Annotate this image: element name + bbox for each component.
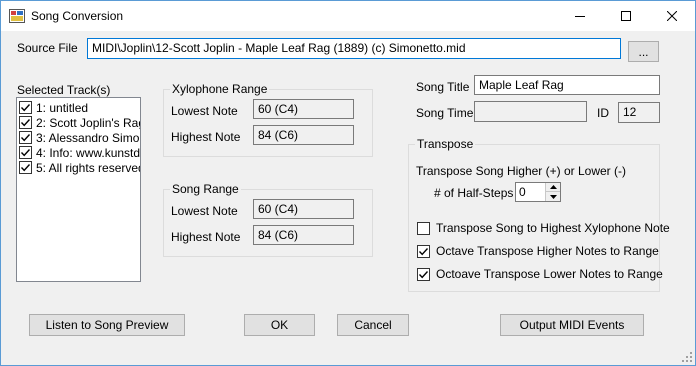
song-time-field[interactable]: [474, 101, 587, 122]
checkbox-icon[interactable]: [417, 221, 430, 235]
stepper-up-button[interactable]: [546, 183, 560, 192]
checkbox-icon[interactable]: [417, 267, 430, 281]
half-steps-label: # of Half-Steps: [434, 186, 514, 200]
maximize-button[interactable]: [603, 1, 649, 31]
ok-button[interactable]: OK: [244, 314, 315, 336]
id-label: ID: [597, 106, 609, 120]
output-midi-button[interactable]: Output MIDI Events: [500, 314, 644, 336]
checkbox-icon[interactable]: [19, 146, 32, 159]
source-file-label: Source File: [17, 41, 78, 55]
track-item[interactable]: 3: Alessandro Simone: [19, 130, 140, 145]
transpose-highest-label: Transpose Song to Highest Xylophone Note: [436, 221, 670, 235]
tracks-checklist[interactable]: 1: untitled 2: Scott Joplin's Rag- 3: Al…: [16, 97, 141, 282]
track-label: 1: untitled: [36, 100, 89, 115]
id-field[interactable]: 12: [618, 102, 660, 123]
resize-grip-icon[interactable]: [681, 351, 693, 363]
checkbox-icon[interactable]: [19, 101, 32, 114]
source-file-input[interactable]: MIDI\Joplin\12-Scott Joplin - Maple Leaf…: [87, 38, 621, 59]
transpose-description: Transpose Song Higher (+) or Lower (-): [416, 164, 626, 178]
track-label: 2: Scott Joplin's Rag-: [36, 115, 141, 130]
cancel-button[interactable]: Cancel: [337, 314, 409, 336]
checkbox-icon[interactable]: [19, 131, 32, 144]
chevron-down-icon: [549, 194, 557, 199]
transpose-highest-option[interactable]: Transpose Song to Highest Xylophone Note: [417, 221, 670, 235]
app-icon: [9, 9, 25, 23]
track-label: 5: All rights reserved,: [36, 160, 141, 175]
title-bar[interactable]: Song Conversion: [1, 1, 695, 31]
track-item[interactable]: 4: Info: www.kunstde: [19, 145, 141, 160]
octave-lower-option[interactable]: Octoave Transpose Lower Notes to Range: [417, 267, 663, 281]
checkbox-icon[interactable]: [19, 161, 32, 174]
xylophone-highest-label: Highest Note: [171, 130, 241, 144]
checkbox-icon[interactable]: [19, 116, 32, 129]
selected-tracks-label: Selected Track(s): [17, 83, 111, 97]
xylophone-range-caption: Xylophone Range: [170, 82, 270, 96]
track-item[interactable]: 2: Scott Joplin's Rag-: [19, 115, 141, 130]
song-lowest-label: Lowest Note: [171, 204, 238, 218]
half-steps-value: 0: [519, 185, 526, 199]
xylophone-highest-field[interactable]: 84 (C6): [253, 125, 354, 145]
close-icon: [667, 11, 677, 21]
track-label: 3: Alessandro Simone: [36, 130, 140, 145]
octave-higher-label: Octave Transpose Higher Notes to Range: [436, 244, 659, 258]
track-item[interactable]: 1: untitled: [19, 100, 88, 115]
transpose-caption: Transpose: [415, 137, 476, 151]
song-highest-field[interactable]: 84 (C6): [253, 225, 354, 245]
song-title-label: Song Title: [416, 80, 470, 94]
minimize-button[interactable]: [557, 1, 603, 31]
octave-lower-label: Octoave Transpose Lower Notes to Range: [436, 267, 663, 281]
window-title: Song Conversion: [31, 9, 124, 23]
song-lowest-field[interactable]: 60 (C4): [253, 199, 354, 219]
maximize-icon: [621, 11, 631, 21]
xylophone-lowest-field[interactable]: 60 (C4): [253, 99, 354, 119]
minimize-icon: [575, 16, 585, 17]
song-time-label: Song Time: [416, 106, 474, 120]
chevron-up-icon: [549, 185, 557, 189]
song-title-input[interactable]: Maple Leaf Rag: [474, 75, 660, 95]
half-steps-stepper[interactable]: 0: [515, 182, 561, 202]
browse-button[interactable]: ...: [628, 41, 659, 62]
song-range-caption: Song Range: [170, 182, 241, 196]
octave-higher-option[interactable]: Octave Transpose Higher Notes to Range: [417, 244, 659, 258]
close-button[interactable]: [649, 1, 695, 31]
track-item[interactable]: 5: All rights reserved,: [19, 160, 141, 175]
song-conversion-window: Song Conversion Source File MIDI\Joplin\…: [0, 0, 696, 366]
track-label: 4: Info: www.kunstde: [36, 145, 141, 160]
stepper-down-button[interactable]: [546, 192, 560, 201]
checkbox-icon[interactable]: [417, 244, 430, 258]
xylophone-lowest-label: Lowest Note: [171, 104, 238, 118]
listen-preview-button[interactable]: Listen to Song Preview: [29, 314, 185, 336]
song-highest-label: Highest Note: [171, 230, 241, 244]
